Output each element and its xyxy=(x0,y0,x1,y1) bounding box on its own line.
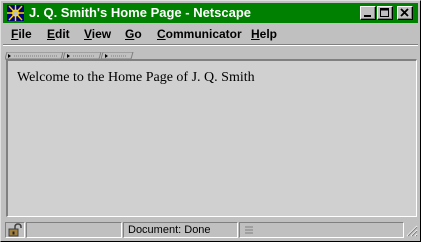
status-text: Document: Done xyxy=(128,224,211,236)
maximize-button[interactable] xyxy=(377,6,393,20)
toolbar-grip-personal[interactable] xyxy=(100,51,134,60)
menu-communicator[interactable]: Communicator xyxy=(157,27,242,41)
toolbar-grips xyxy=(4,47,135,60)
menu-help-mnemonic: H xyxy=(251,27,260,41)
minimize-button[interactable] xyxy=(360,6,376,20)
menu-view-label: iew xyxy=(91,27,112,41)
close-icon xyxy=(400,8,409,17)
menu-communicator-label: ommunicator xyxy=(165,27,242,41)
page-content[interactable]: Welcome to the Home Page of J. Q. Smith xyxy=(6,59,417,217)
maximize-icon xyxy=(380,8,389,17)
status-message: Document: Done xyxy=(123,222,238,238)
menu-go-label: o xyxy=(134,27,142,41)
component-bar-grip-icon xyxy=(245,226,253,234)
menu-edit-mnemonic: E xyxy=(47,27,56,41)
menu-edit-label: dit xyxy=(55,27,70,41)
menu-file-label: ile xyxy=(18,27,32,41)
browser-window: J. Q. Smith's Home Page - Netscape File … xyxy=(0,0,421,242)
progress-bar xyxy=(26,222,122,238)
menu-file[interactable]: File xyxy=(11,27,32,41)
toolbar-grip-location[interactable] xyxy=(62,51,102,60)
toolbar-grip-navigation[interactable] xyxy=(4,51,64,60)
status-bar: Document: Done xyxy=(3,220,418,239)
welcome-text: Welcome to the Home Page of J. Q. Smith xyxy=(17,70,255,85)
title-bar[interactable]: J. Q. Smith's Home Page - Netscape xyxy=(3,3,418,23)
security-indicator[interactable] xyxy=(5,222,25,238)
component-bar[interactable] xyxy=(239,222,404,238)
menu-view[interactable]: View xyxy=(84,27,111,41)
menu-view-mnemonic: V xyxy=(84,27,92,41)
menu-bar: File Edit View Go Communicator Help xyxy=(3,24,418,44)
menu-help[interactable]: Help xyxy=(251,27,277,41)
menu-go[interactable]: Go xyxy=(125,27,142,41)
minimize-icon xyxy=(364,15,371,17)
menu-separator xyxy=(3,44,418,46)
resize-grip[interactable] xyxy=(405,224,418,237)
menu-help-label: elp xyxy=(259,27,278,41)
menu-go-mnemonic: G xyxy=(125,27,135,41)
window-title: J. Q. Smith's Home Page - Netscape xyxy=(29,5,251,20)
netscape-icon[interactable] xyxy=(7,5,24,21)
menu-edit[interactable]: Edit xyxy=(47,27,70,41)
menu-communicator-mnemonic: C xyxy=(157,27,166,41)
resize-grip-icon xyxy=(406,225,418,237)
close-button[interactable] xyxy=(397,6,413,20)
unlocked-padlock-icon xyxy=(8,223,22,237)
